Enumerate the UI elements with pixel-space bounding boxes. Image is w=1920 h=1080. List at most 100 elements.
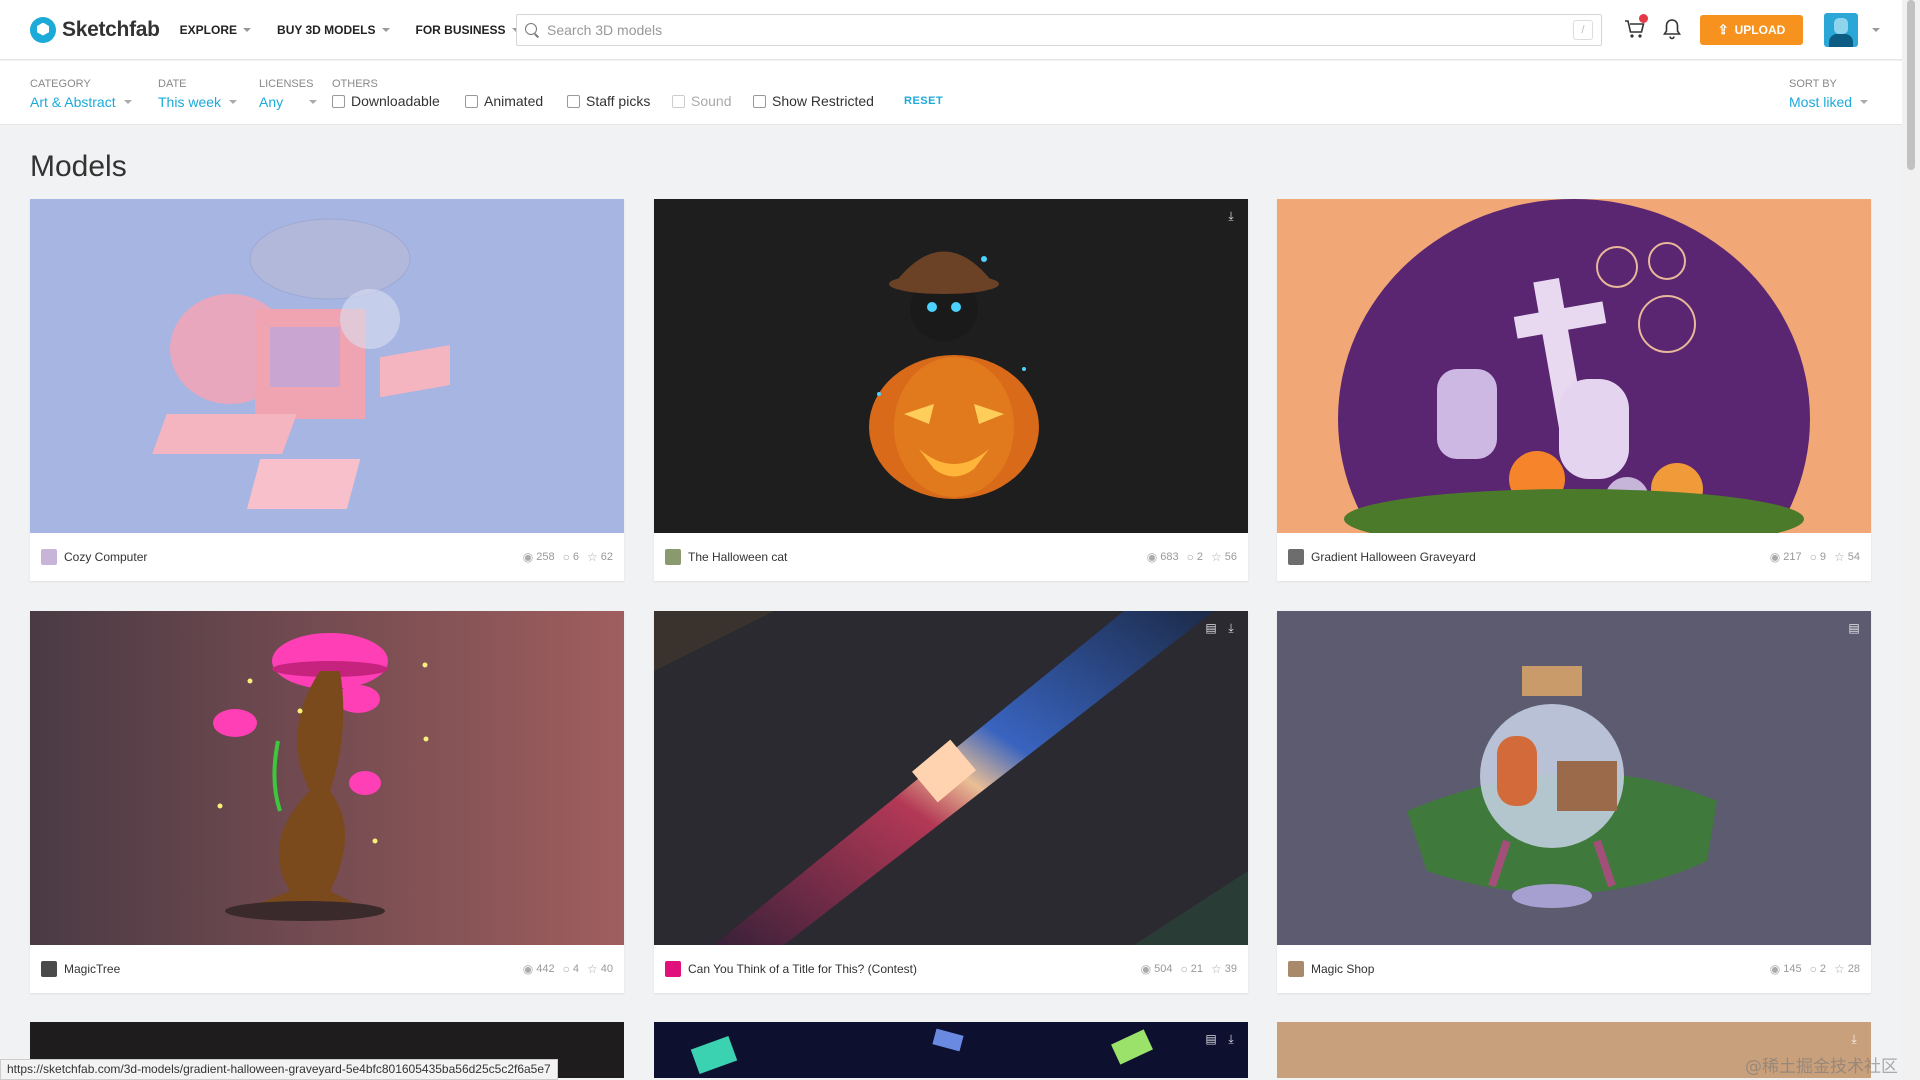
model-thumbnail[interactable]: ▤ [1277,611,1871,945]
model-thumbnail[interactable] [1277,199,1871,533]
cozy-computer-preview [152,218,450,509]
card-stats: ◉ 442 ○ 4 ☆ 40 [515,962,613,976]
card-title[interactable]: Gradient Halloween Graveyard [1311,550,1762,564]
eye-icon: ◉ [522,962,534,976]
nav-business-label: FOR BUSINESS [415,22,506,37]
checkbox-box[interactable] [753,94,766,108]
downloadable-checkbox[interactable]: Downloadable [332,93,440,109]
card-title[interactable]: Magic Shop [1311,962,1762,976]
checkbox-label: Show Restricted [772,93,874,109]
views-count: 683 [1160,551,1179,563]
film-icon: ▤ [1205,1032,1217,1046]
user-avatar[interactable] [1824,13,1858,47]
checkbox-label: Staff picks [586,93,651,109]
sort-dropdown[interactable]: Most liked [1789,94,1869,110]
date-dropdown[interactable]: This week [158,94,238,110]
card-footer: Gradient Halloween Graveyard ◉ 217 ○ 9 ☆ 54 [1277,533,1871,581]
card-title[interactable]: Cozy Computer [64,550,515,564]
nav-buy-3d-models[interactable]: BUY 3D MODELS [277,23,390,37]
date-filter[interactable]: DATE This week [158,78,238,110]
card-title[interactable]: MagicTree [64,962,515,976]
card-stats: ◉ 217 ○ 9 ☆ 54 [1762,550,1860,564]
download-icon[interactable]: ⤓ [1847,1032,1861,1046]
likes-stat[interactable]: ☆ 56 [1211,550,1237,564]
notifications-bell-icon[interactable] [1662,18,1682,40]
download-icon[interactable]: ⤓ [1224,1032,1238,1046]
model-card[interactable]: ▤ ⤓ Can You Think of a Title for This? (… [654,611,1248,993]
sound-checkbox[interactable]: Sound [672,93,731,109]
checkbox-box[interactable] [332,94,345,108]
scrollbar-thumb[interactable] [1907,0,1915,170]
author-avatar[interactable] [1288,961,1304,977]
licenses-filter[interactable]: LICENSES Any [259,78,318,110]
model-thumbnail-partial[interactable]: ▤ ⤓ [654,1022,1248,1078]
animated-checkbox[interactable]: Animated [465,93,543,109]
likes-stat[interactable]: ☆ 62 [587,550,613,564]
nav-explore[interactable]: EXPLORE [180,23,252,37]
category-filter[interactable]: CATEGORY Art & Abstract [30,78,132,110]
likes-stat[interactable]: ☆ 28 [1834,962,1860,976]
comment-icon: ○ [1809,962,1817,976]
model-thumbnail[interactable]: ⤓ [654,199,1248,533]
category-value: Art & Abstract [30,94,116,110]
views-stat: ◉ 217 [1770,550,1802,564]
model-card[interactable]: Gradient Halloween Graveyard ◉ 217 ○ 9 ☆ 54 [1277,199,1871,581]
author-avatar[interactable] [665,549,681,565]
checkbox-box[interactable] [465,94,478,108]
author-avatar[interactable] [41,549,57,565]
comments-count: 9 [1819,551,1826,563]
card-corner-actions: ▤ ⤓ [1198,1032,1238,1046]
likes-stat[interactable]: ☆ 39 [1211,962,1237,976]
abstract-beam-preview [654,611,1248,945]
card-corner-actions: ⤓ [1841,1032,1861,1046]
eye-icon: ◉ [1140,962,1152,976]
model-thumbnail[interactable] [30,199,624,533]
likes-stat[interactable]: ☆ 54 [1834,550,1860,564]
page-scrollbar[interactable] [1902,0,1920,1080]
download-icon[interactable]: ⤓ [1224,621,1238,635]
download-icon[interactable]: ⤓ [1224,209,1238,223]
card-stats: ◉ 504 ○ 21 ☆ 39 [1133,962,1237,976]
sketchfab-logo[interactable]: Sketchfab [30,16,160,43]
likes-count: 40 [600,963,613,975]
comments-stat: ○ 2 [1810,962,1826,976]
nav-for-business[interactable]: FOR BUSINESS [416,23,520,37]
licenses-dropdown[interactable]: Any [259,94,318,110]
card-title[interactable]: The Halloween cat [688,550,1139,564]
halloween-cat-preview [869,251,1039,499]
model-thumbnail[interactable] [30,611,624,945]
avatar-menu-chevron-icon[interactable] [1872,28,1880,32]
model-card[interactable]: ▤ Magic Shop ◉ 145 ○ 2 ☆ 28 [1277,611,1871,993]
comment-icon: ○ [562,962,570,976]
card-footer: Magic Shop ◉ 145 ○ 2 ☆ 28 [1277,945,1871,993]
upload-button[interactable]: ⇪ UPLOAD [1700,15,1803,45]
model-card[interactable]: ⤓ The Halloween cat ◉ 683 ○ 2 ☆ 56 [654,199,1248,581]
views-stat: ◉ 442 [523,962,555,976]
staff-picks-checkbox[interactable]: Staff picks [567,93,650,109]
author-avatar[interactable] [665,961,681,977]
model-card[interactable]: Cozy Computer ◉ 258 ○ 6 ☆ 62 [30,199,624,581]
likes-count: 28 [1847,963,1860,975]
likes-count: 39 [1224,963,1237,975]
star-icon: ☆ [1833,962,1845,976]
sort-value: Most liked [1789,94,1853,110]
views-count: 145 [1783,963,1802,975]
main-nav: EXPLORE BUY 3D MODELS FOR BUSINESS [180,23,546,37]
search-input[interactable] [547,22,1573,38]
author-avatar[interactable] [1288,549,1304,565]
model-card[interactable]: MagicTree ◉ 442 ○ 4 ☆ 40 [30,611,624,993]
author-avatar[interactable] [41,961,57,977]
checkbox-box[interactable] [567,94,580,108]
reset-filters-button[interactable]: RESET [904,95,943,107]
views-count: 217 [1783,551,1802,563]
cart-icon[interactable] [1624,14,1648,40]
star-icon: ☆ [1833,550,1845,564]
card-title[interactable]: Can You Think of a Title for This? (Cont… [688,962,1133,976]
likes-stat[interactable]: ☆ 40 [587,962,613,976]
checkbox-box[interactable] [672,94,685,108]
model-thumbnail[interactable]: ▤ ⤓ [654,611,1248,945]
comments-stat: ○ 2 [1187,550,1203,564]
sort-filter[interactable]: SORT BY Most liked [1789,78,1869,110]
category-dropdown[interactable]: Art & Abstract [30,94,132,110]
show-restricted-checkbox[interactable]: Show Restricted [753,93,874,109]
